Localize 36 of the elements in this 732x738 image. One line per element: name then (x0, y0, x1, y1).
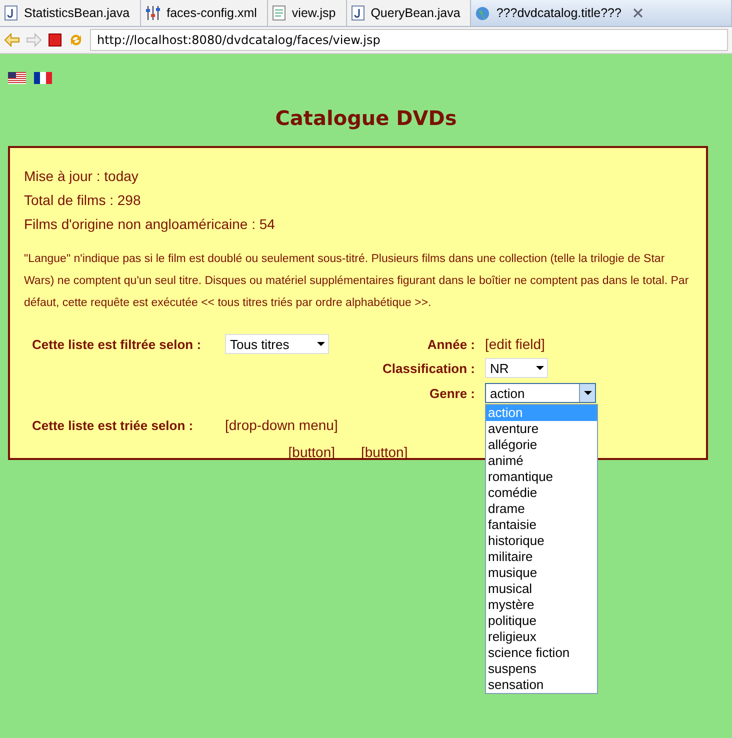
java-file-icon (4, 5, 18, 21)
genre-label: Genre : (429, 386, 476, 400)
sort-dropdown[interactable]: [drop-down menu] (225, 417, 338, 433)
caret-icon (584, 391, 592, 395)
back-arrow-icon[interactable] (4, 33, 20, 47)
sliders-icon (144, 5, 161, 21)
us-flag-icon[interactable] (8, 72, 26, 84)
classification-select[interactable]: NR (485, 358, 548, 378)
globe-icon (475, 6, 490, 20)
year-label: Année : (427, 336, 476, 352)
document-icon (272, 5, 286, 21)
editor-tab[interactable]: faces-config.xml (140, 0, 268, 26)
filter-label: Cette liste est filtrée selon : (31, 336, 202, 352)
genre-select[interactable]: action (485, 383, 596, 403)
editor-tab[interactable]: view.jsp (268, 0, 347, 26)
placeholder-button[interactable]: [button] (288, 444, 335, 460)
stat-line: Total de films : 298 (24, 191, 142, 210)
french-flag-icon[interactable] (34, 72, 52, 84)
editor-tab[interactable]: StatisticsBean.java (0, 0, 141, 26)
editor-tab[interactable]: ???dvdcatalog.title??? (471, 0, 732, 26)
stat-line: Mise à jour : today (24, 167, 140, 186)
close-icon[interactable] (633, 8, 644, 18)
editor-tab[interactable]: QueryBean.java (346, 0, 472, 26)
year-field[interactable]: [edit field] (485, 336, 545, 352)
stat-line: Films d'origine non angloaméricaine : 54 (24, 215, 276, 234)
stop-icon[interactable] (48, 33, 62, 47)
java-file-icon (350, 5, 365, 21)
placeholder-button[interactable]: [button] (361, 444, 408, 460)
note-paragraph: "Langue" n'indique pas si le film est doublé ou seulement sous-titré. Plusieurs films dans une collection (telle la trilogie de Star Wars) ne comptent qu'un seul titre. Disques ou matériel supplémentaires figurant dans le boîtier ne comptent pas dans le total. Par défaut, cette requête est exécutée << tous titres triés par ordre alphabétique >>. (24, 252, 690, 311)
classification-label: Classification : (382, 360, 476, 376)
filter-select[interactable]: Tous titres (225, 334, 329, 354)
address-field[interactable]: http://localhost:8080/dvdcatalog/faces/view.jsp (90, 29, 728, 51)
caret-icon (316, 342, 324, 346)
page-title: Catalogue DVDs (274, 106, 458, 130)
caret-icon (536, 366, 544, 370)
sort-label: Cette liste est triée selon : (31, 418, 194, 432)
